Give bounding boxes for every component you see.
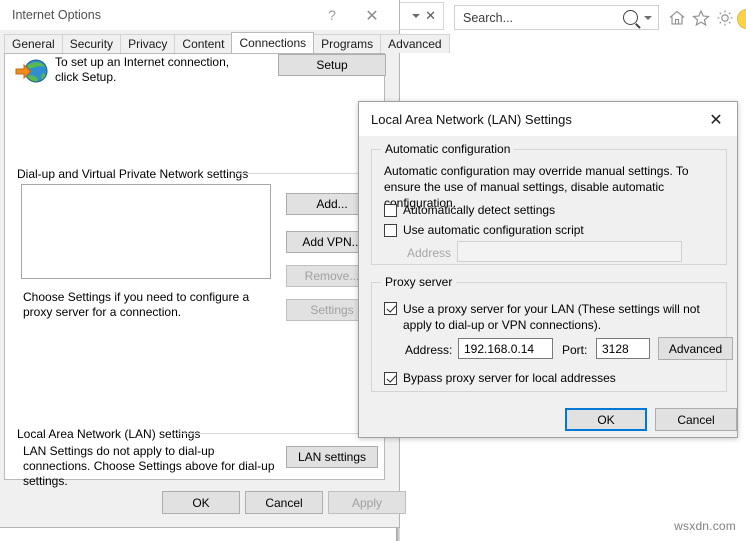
gear-icon[interactable] bbox=[715, 8, 735, 28]
use-proxy-server-label: Use a proxy server for your LAN (These s… bbox=[403, 302, 700, 332]
connections-panel: To set up an Internet connection, click … bbox=[4, 53, 386, 488]
tab-content[interactable]: Content bbox=[174, 34, 233, 53]
close-icon[interactable]: ✕ bbox=[701, 106, 731, 132]
advanced-button[interactable]: Advanced bbox=[658, 337, 733, 360]
dialup-group-label: Dial-up and Virtual Private Network sett… bbox=[17, 167, 254, 181]
proxy-port-input[interactable]: 3128 bbox=[596, 338, 650, 359]
checkbox-icon[interactable] bbox=[384, 372, 397, 385]
lan-group-label: Local Area Network (LAN) settings bbox=[17, 427, 206, 441]
use-automatic-configuration-script-label: Use automatic configuration script bbox=[403, 223, 584, 237]
help-icon[interactable]: ? bbox=[319, 4, 345, 26]
setup-description: To set up an Internet connection, click … bbox=[55, 55, 230, 84]
checkbox-icon[interactable] bbox=[384, 204, 397, 217]
automatic-configuration-group: Automatic configuration Automatic config… bbox=[371, 142, 727, 265]
lan-ok-button[interactable]: OK bbox=[565, 408, 647, 431]
proxy-server-group: Proxy server Use a proxy server for your… bbox=[371, 275, 733, 392]
lan-settings-button[interactable]: LAN settings bbox=[286, 446, 378, 468]
tab-security[interactable]: Security bbox=[61, 34, 122, 53]
tab-general[interactable]: General bbox=[4, 34, 63, 53]
lan-settings-title: Local Area Network (LAN) Settings bbox=[371, 111, 572, 127]
proxy-port-label: Port: bbox=[562, 343, 588, 357]
watermark: wsxdn.com bbox=[674, 519, 736, 533]
tab-programs[interactable]: Programs bbox=[313, 34, 382, 53]
cancel-button[interactable]: Cancel bbox=[245, 491, 323, 514]
proxy-address-label: Address: bbox=[405, 343, 453, 357]
tab-advanced[interactable]: Advanced bbox=[380, 34, 450, 53]
bypass-proxy-checkbox-row[interactable]: Bypass proxy server for local addresses bbox=[384, 371, 616, 385]
search-input-value: Search... bbox=[463, 10, 514, 25]
dialup-hint-text: Choose Settings if you need to configure… bbox=[23, 290, 250, 319]
ok-button[interactable]: OK bbox=[162, 491, 240, 514]
checkbox-icon[interactable] bbox=[384, 302, 397, 315]
dialup-connections-list[interactable] bbox=[21, 184, 271, 279]
tab-connections[interactable]: Connections bbox=[231, 32, 315, 53]
auto-detect-settings-checkbox-row[interactable]: Automatically detect settings bbox=[384, 203, 555, 217]
favorites-star-icon[interactable] bbox=[691, 8, 711, 28]
use-automatic-configuration-script-checkbox-row[interactable]: Use automatic configuration script bbox=[384, 223, 584, 237]
setup-button[interactable]: Setup bbox=[278, 54, 386, 76]
page-title: Internet Options bbox=[12, 8, 101, 22]
bypass-proxy-label: Bypass proxy server for local addresses bbox=[403, 371, 616, 385]
proxy-server-legend: Proxy server bbox=[381, 275, 457, 289]
home-icon[interactable] bbox=[667, 8, 687, 28]
close-icon[interactable]: ✕ bbox=[425, 10, 436, 23]
checkbox-icon[interactable] bbox=[384, 224, 397, 237]
tab-privacy[interactable]: Privacy bbox=[120, 34, 176, 53]
browser-tab-stub[interactable]: ✕ bbox=[396, 2, 444, 30]
close-icon[interactable]: ✕ bbox=[359, 3, 385, 27]
lan-hint-text: LAN Settings do not apply to dial-up con… bbox=[23, 444, 275, 488]
search-icon[interactable] bbox=[623, 10, 638, 25]
lan-group-divider bbox=[175, 433, 381, 434]
globe-with-arrow-icon bbox=[15, 58, 49, 86]
internet-options-tabstrip: General Security Privacy Content Connect… bbox=[4, 32, 450, 53]
smiley-icon[interactable] bbox=[737, 9, 746, 29]
internet-options-titlebar: Internet Options ? ✕ bbox=[0, 0, 399, 30]
internet-options-dialog: Internet Options ? ✕ General Security Pr… bbox=[0, 0, 450, 528]
chevron-down-icon[interactable] bbox=[412, 14, 421, 18]
lan-settings-dialog: Local Area Network (LAN) Settings ✕ Auto… bbox=[358, 101, 738, 438]
lan-settings-titlebar: Local Area Network (LAN) Settings ✕ bbox=[359, 102, 737, 136]
lan-cancel-button[interactable]: Cancel bbox=[655, 408, 737, 431]
use-proxy-server-checkbox-row[interactable]: Use a proxy server for your LAN (These s… bbox=[384, 301, 714, 333]
search-input[interactable]: Search... bbox=[454, 5, 659, 30]
auto-script-address-input bbox=[457, 241, 682, 262]
apply-button: Apply bbox=[328, 491, 406, 514]
proxy-address-input[interactable]: 192.168.0.14 bbox=[458, 338, 553, 359]
automatic-configuration-legend: Automatic configuration bbox=[381, 142, 515, 156]
auto-detect-settings-label: Automatically detect settings bbox=[403, 203, 556, 217]
internet-options-footer: OK Cancel Apply bbox=[0, 491, 406, 515]
auto-script-address-label: Address bbox=[407, 246, 452, 260]
search-chevron-down-icon[interactable] bbox=[644, 15, 652, 20]
